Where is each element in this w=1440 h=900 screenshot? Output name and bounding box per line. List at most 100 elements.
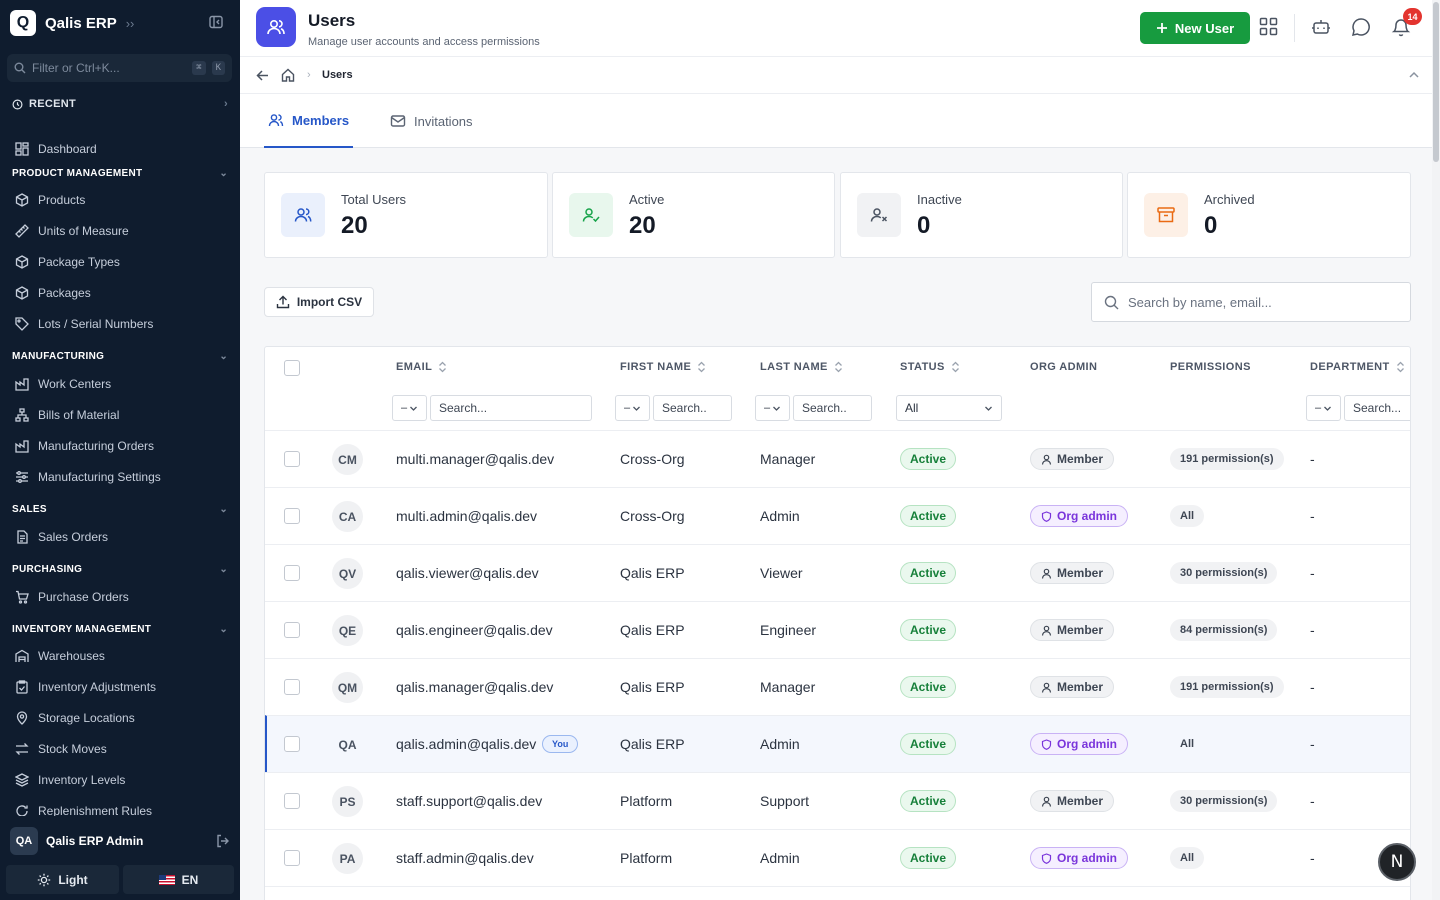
page-scrollbar-thumb[interactable] xyxy=(1433,2,1439,162)
cell-email: multi.manager@qalis.dev xyxy=(396,451,555,467)
tab-invitations[interactable]: Invitations xyxy=(390,94,473,148)
column-header-last-name[interactable]: LAST NAME xyxy=(760,361,843,373)
cell-department: - xyxy=(1310,451,1315,467)
sidebar-item-manufacturing-settings[interactable]: Manufacturing Settings xyxy=(15,470,161,484)
bot-icon[interactable] xyxy=(1311,17,1331,37)
sidebar-item-package-types[interactable]: Package Types xyxy=(15,255,120,269)
row-checkbox[interactable] xyxy=(284,508,300,524)
chat-icon[interactable] xyxy=(1351,17,1371,37)
search-icon xyxy=(1104,295,1119,310)
page-subtitle: Manage user accounts and access permissi… xyxy=(308,36,540,48)
sidebar-item-work-centers[interactable]: Work Centers xyxy=(15,377,111,391)
stat-value: 0 xyxy=(1204,212,1218,239)
sidebar-item-warehouses[interactable]: Warehouses xyxy=(15,649,105,663)
row-checkbox[interactable] xyxy=(284,736,300,752)
table-row[interactable] xyxy=(265,886,1410,900)
language-label: EN xyxy=(181,872,199,887)
table-row[interactable]: QE qalis.engineer@qalis.dev Qalis ERP En… xyxy=(265,601,1410,658)
table-row[interactable]: CA multi.admin@qalis.dev Cross-Org Admin… xyxy=(265,487,1410,544)
sidebar-item-stock-moves[interactable]: Stock Moves xyxy=(15,742,107,756)
section-sales[interactable]: SALES ⌄ xyxy=(12,504,228,515)
import-csv-button[interactable]: Import CSV xyxy=(264,287,374,317)
sidebar-item-products[interactable]: Products xyxy=(15,193,85,207)
status-filter-select[interactable]: All xyxy=(896,395,1002,421)
sidebar-item-storage-locations[interactable]: Storage Locations xyxy=(15,711,135,725)
back-arrow-icon[interactable] xyxy=(256,69,269,82)
sidebar-filter[interactable]: Filter or Ctrl+K... ⌘ K xyxy=(7,54,232,82)
new-user-button[interactable]: New User xyxy=(1140,12,1250,44)
table-row[interactable]: PS staff.support@qalis.dev Platform Supp… xyxy=(265,772,1410,829)
brand-chevron-icon[interactable]: ›› xyxy=(126,16,135,31)
department-filter-input[interactable] xyxy=(1344,395,1410,421)
sidebar-item-packages[interactable]: Packages xyxy=(15,286,91,300)
column-header-first-name[interactable]: FIRST NAME xyxy=(620,361,706,373)
sidebar-item-units-of-measure[interactable]: Units of Measure xyxy=(15,224,129,238)
row-checkbox[interactable] xyxy=(284,679,300,695)
last-name-filter-operator[interactable]: – xyxy=(755,395,790,421)
sidebar-item-lots-serial[interactable]: Lots / Serial Numbers xyxy=(15,317,153,331)
select-all-checkbox[interactable] xyxy=(284,360,300,376)
sidebar-recent-label: RECENT xyxy=(29,98,77,110)
theme-toggle-button[interactable]: Light xyxy=(6,865,119,894)
section-inventory-management[interactable]: INVENTORY MANAGEMENT ⌄ xyxy=(12,624,228,635)
toolbar-divider xyxy=(1294,14,1295,42)
avatar: QA xyxy=(338,737,357,752)
first-name-filter-input[interactable] xyxy=(653,395,732,421)
sidebar-recent[interactable]: RECENT › xyxy=(12,98,228,110)
table-row[interactable]: PA staff.admin@qalis.dev Platform Admin … xyxy=(265,829,1410,886)
sidebar-item-inventory-adjustments[interactable]: Inventory Adjustments xyxy=(15,680,156,694)
grid-icon[interactable] xyxy=(1259,17,1278,36)
table-row[interactable]: CM multi.manager@qalis.dev Cross-Org Man… xyxy=(265,430,1410,487)
user-icon xyxy=(1041,454,1052,465)
user-search[interactable] xyxy=(1091,282,1411,322)
section-manufacturing[interactable]: MANUFACTURING ⌄ xyxy=(12,351,228,362)
arrows-icon xyxy=(15,742,29,756)
sidebar-item-label: Inventory Adjustments xyxy=(38,680,157,694)
cell-last-name: Admin xyxy=(760,736,800,752)
section-purchasing[interactable]: PURCHASING ⌄ xyxy=(12,564,228,575)
theme-label: Light xyxy=(58,872,88,887)
section-product-management[interactable]: PRODUCT MANAGEMENT ⌄ xyxy=(12,168,228,179)
role-badge: Member xyxy=(1030,448,1115,470)
sidebar-filter-input[interactable]: Filter or Ctrl+K... xyxy=(32,61,186,75)
last-name-filter-input[interactable] xyxy=(793,395,872,421)
department-filter-operator[interactable]: – xyxy=(1306,395,1341,421)
sidebar-user[interactable]: QA Qalis ERP Admin xyxy=(10,827,230,855)
sidebar-item-purchase-orders[interactable]: Purchase Orders xyxy=(15,590,129,604)
cell-email: qalis.engineer@qalis.dev xyxy=(396,622,553,638)
email-filter-input[interactable] xyxy=(430,395,592,421)
status-badge: Active xyxy=(900,847,957,869)
row-checkbox[interactable] xyxy=(284,793,300,809)
first-name-filter-operator[interactable]: – xyxy=(615,395,650,421)
sidebar-item-inventory-levels[interactable]: Inventory Levels xyxy=(15,773,125,787)
column-header-department[interactable]: DEPARTMENT xyxy=(1310,361,1405,373)
sidebar-item-dashboard[interactable]: Dashboard xyxy=(15,142,97,156)
email-filter-operator[interactable]: – xyxy=(392,395,427,421)
row-checkbox[interactable] xyxy=(284,451,300,467)
sidebar-item-replenishment-rules[interactable]: Replenishment Rules xyxy=(15,804,152,816)
cell-last-name: Support xyxy=(760,793,810,809)
home-icon[interactable] xyxy=(281,68,295,82)
chevron-up-icon[interactable] xyxy=(1408,69,1420,81)
table-row[interactable]: QM qalis.manager@qalis.dev Qalis ERP Man… xyxy=(265,658,1410,715)
search-input[interactable] xyxy=(1128,294,1388,310)
sidebar-item-sales-orders[interactable]: Sales Orders xyxy=(15,530,108,544)
row-checkbox[interactable] xyxy=(284,622,300,638)
assistant-button[interactable]: N xyxy=(1378,843,1416,881)
row-checkbox[interactable] xyxy=(284,565,300,581)
permissions-badge: All xyxy=(1170,505,1205,527)
table-row[interactable]: QV qalis.viewer@qalis.dev Qalis ERP View… xyxy=(265,544,1410,601)
brand[interactable]: Q Qalis ERP ›› xyxy=(10,10,134,36)
column-header-email[interactable]: EMAIL xyxy=(396,361,447,373)
column-header-status[interactable]: STATUS xyxy=(900,361,960,373)
sidebar-item-manufacturing-orders[interactable]: Manufacturing Orders xyxy=(15,439,154,453)
row-checkbox[interactable] xyxy=(284,850,300,866)
table-row-current-user[interactable]: QA qalis.admin@qalis.dev You Qalis ERP A… xyxy=(265,715,1410,772)
logout-icon[interactable] xyxy=(216,834,230,848)
sidebar-item-label: Lots / Serial Numbers xyxy=(38,317,154,331)
avatar: QE xyxy=(332,615,363,646)
sidebar-collapse-icon[interactable] xyxy=(209,15,223,29)
sidebar-item-bills-of-material[interactable]: Bills of Material xyxy=(15,408,119,422)
tab-members[interactable]: Members xyxy=(264,94,354,148)
language-button[interactable]: EN xyxy=(123,865,234,894)
